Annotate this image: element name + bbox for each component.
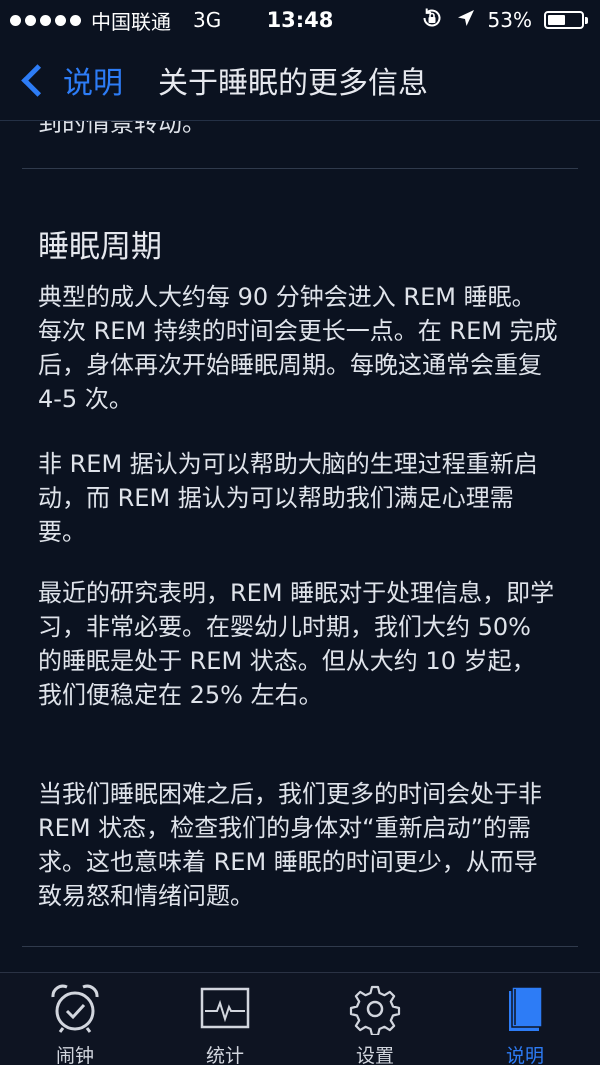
tab-bar: 闹钟 统计 设置 说明 (0, 972, 600, 1065)
battery-icon (544, 11, 588, 29)
gear-icon (349, 983, 401, 1037)
tab-alarm[interactable]: 闹钟 (0, 973, 150, 1065)
content-scroll-area[interactable]: 到的情景转动。 睡眠周期 典型的成人大约每 90 分钟会进入 REM 睡眠。每次… (0, 121, 600, 972)
paragraph: 当我们睡眠困难之后，我们更多的时间会处于非 REM 状态，检查我们的身体对“重新… (38, 780, 542, 910)
tab-label: 闹钟 (55, 1045, 94, 1065)
back-button[interactable]: 说明 (16, 40, 123, 120)
paragraph: 最近的研究表明，REM 睡眠对于处理信息，即学习，非常必要。在婴幼儿时期，我们大… (38, 579, 555, 709)
status-bar: 中国联通 3G 13:48 53% (0, 0, 600, 40)
location-arrow-icon (456, 8, 476, 33)
stats-graph-icon (199, 983, 251, 1035)
tab-label: 说明 (505, 1045, 544, 1065)
battery-level (548, 15, 565, 25)
tab-instructions[interactable]: 说明 (450, 973, 600, 1065)
section-divider (22, 946, 578, 947)
screen: 中国联通 3G 13:48 53% 说明 关于睡眠的更多信息 到的情景转动。 睡… (0, 0, 600, 1065)
page-title: 关于睡眠的更多信息 (158, 66, 428, 101)
battery-percent: 53% (487, 8, 532, 32)
tab-label: 设置 (355, 1045, 394, 1065)
chevron-left-icon (21, 63, 54, 97)
network-type: 3G (193, 8, 222, 32)
paragraph: 非 REM 据认为可以帮助大脑的生理过程重新启动，而 REM 据认为可以帮助我们… (38, 450, 538, 546)
tab-stats[interactable]: 统计 (150, 973, 300, 1065)
alarm-clock-icon (49, 983, 101, 1035)
book-icon (499, 983, 551, 1035)
back-button-label: 说明 (63, 66, 123, 101)
tab-label: 统计 (205, 1045, 244, 1065)
clipped-previous-text: 到的情景转动。 (38, 121, 206, 137)
status-right: 53% (420, 0, 588, 40)
section-title: 睡眠周期 (38, 229, 162, 265)
navigation-bar: 说明 关于睡眠的更多信息 (0, 40, 600, 121)
signal-strength-icon (10, 14, 81, 26)
rotation-lock-icon (420, 6, 444, 35)
tab-settings[interactable]: 设置 (300, 973, 450, 1065)
paragraph: 典型的成人大约每 90 分钟会进入 REM 睡眠。每次 REM 持续的时间会更长… (38, 283, 558, 413)
carrier-name: 中国联通 (91, 9, 171, 34)
section-divider (22, 168, 578, 169)
